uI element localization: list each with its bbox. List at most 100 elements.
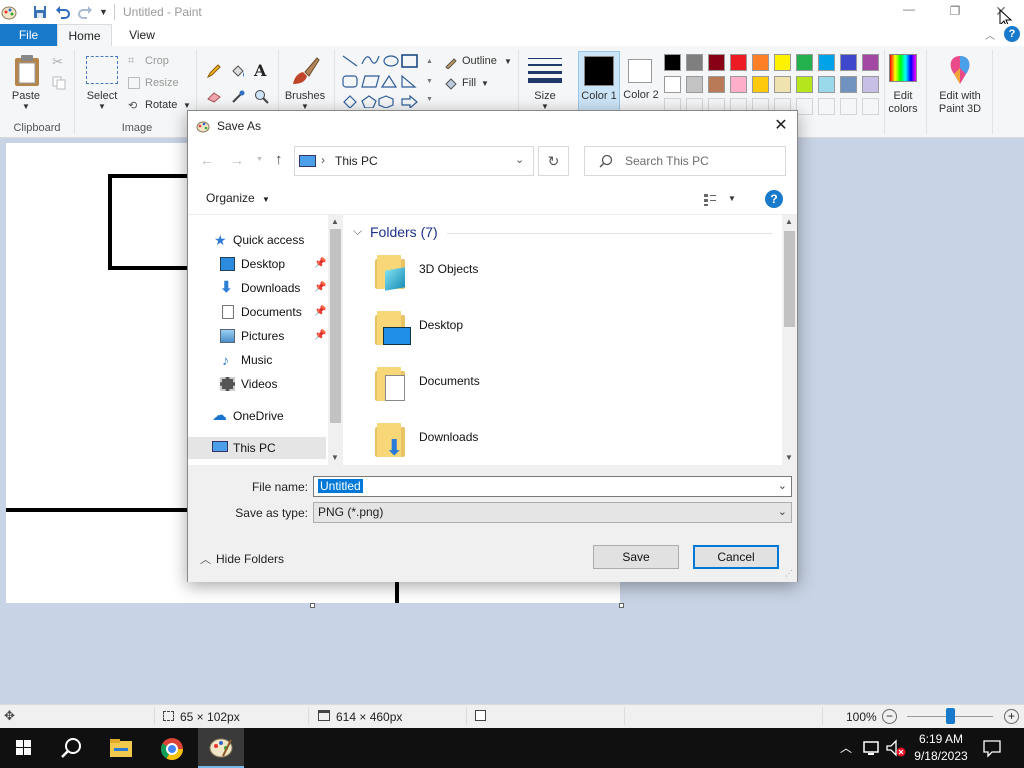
save-type-select[interactable]: PNG (*.png) ⌄ [313,502,792,523]
address-dropdown-icon[interactable]: ⌄ [515,153,524,166]
file-scrollbar[interactable]: ▲ ▼ [782,215,797,465]
folder-item-downloads[interactable]: ⬇ Downloads [343,419,773,465]
scroll-thumb[interactable] [330,229,341,423]
zoom-slider-thumb[interactable] [946,708,955,724]
start-button[interactable] [8,736,40,760]
scroll-down-icon[interactable]: ▼ [331,453,339,462]
brushes-icon[interactable] [289,54,321,88]
shapes-scroll-up-icon[interactable]: ▲ [426,58,433,65]
palette-swatch[interactable] [774,76,791,93]
palette-swatch[interactable] [796,54,813,71]
cut-icon[interactable]: ✂ [52,54,66,69]
redo-icon[interactable] [77,4,93,20]
scroll-up-icon[interactable]: ▲ [331,217,339,226]
fill-dropdown-icon[interactable]: ▼ [481,79,489,88]
size-icon[interactable] [528,56,562,84]
up-arrow-icon[interactable]: ↑ [275,151,283,168]
search-box[interactable]: Search This PC [584,146,786,176]
brushes-button[interactable]: Brushes [282,90,328,102]
edit-colors-icon[interactable] [889,54,917,82]
select-icon[interactable] [86,56,118,84]
clock-time[interactable]: 6:19 AM [910,732,972,746]
forward-arrow-icon[interactable]: → [230,152,244,168]
palette-swatch[interactable] [686,54,703,71]
minimize-button[interactable]: — [896,0,922,22]
palette-empty-slot[interactable] [818,98,835,115]
paint3d-icon[interactable] [946,54,974,86]
nav-item-downloads[interactable]: ⬇ Downloads 📌 [188,277,326,299]
tab-view[interactable]: View [114,24,170,46]
palette-swatch[interactable] [686,76,703,93]
cancel-button[interactable]: Cancel [693,545,779,569]
resize-icon[interactable] [128,77,140,89]
palette-swatch[interactable] [730,76,747,93]
text-tool-icon[interactable]: A [254,61,270,80]
rotate-icon[interactable]: ⟲ [128,99,140,112]
folder-item-documents[interactable]: Documents [343,363,773,413]
resize-grip-icon[interactable]: ⋰ [785,569,795,579]
nav-item-videos[interactable]: Videos [188,373,326,395]
pencil-icon[interactable] [206,63,222,79]
paint-app-icon[interactable] [1,4,17,20]
size-button[interactable]: Size [524,90,566,102]
zoom-out-button[interactable]: − [882,709,897,724]
canvas-resize-handle[interactable] [619,603,624,608]
palette-empty-slot[interactable] [840,98,857,115]
palette-swatch[interactable] [818,54,835,71]
address-bar[interactable]: › This PC ⌄ [294,146,534,176]
palette-swatch[interactable] [840,76,857,93]
palette-swatch[interactable] [774,54,791,71]
tab-home[interactable]: Home [57,24,112,46]
select-dropdown-icon[interactable]: ▼ [80,102,124,111]
scroll-down-icon[interactable]: ▼ [785,453,793,462]
save-button[interactable]: Save [593,545,679,569]
nav-item-desktop[interactable]: Desktop 📌 [188,253,326,275]
copy-icon[interactable] [52,76,66,90]
maximize-button[interactable]: ❐ [942,0,968,22]
fill-bucket-icon[interactable] [230,63,246,79]
edit-paint3d-button[interactable]: Edit with Paint 3D [930,90,990,116]
palette-empty-slot[interactable] [862,98,879,115]
volume-muted-icon[interactable] [885,738,907,758]
fill-icon[interactable] [444,77,458,91]
paste-button[interactable]: Paste [6,90,46,102]
chrome-icon[interactable] [159,736,185,762]
file-explorer-icon[interactable] [108,737,134,759]
nav-item-documents[interactable]: Documents 📌 [188,301,326,323]
organize-button[interactable]: Organize ▼ [206,191,270,205]
color-picker-icon[interactable] [230,89,246,105]
palette-swatch[interactable] [796,76,813,93]
recent-locations-icon[interactable]: ▼ [256,156,263,163]
eraser-icon[interactable] [206,91,222,103]
palette-swatch[interactable] [862,54,879,71]
refresh-button[interactable]: ↻ [538,146,569,176]
palette-swatch[interactable] [752,76,769,93]
notification-icon[interactable] [982,738,1002,758]
show-hidden-icons-icon[interactable]: ︿ [838,738,854,758]
palette-swatch[interactable] [862,76,879,93]
file-name-field[interactable]: Untitled ⌄ [313,476,792,497]
dialog-close-button[interactable]: ✕ [770,115,792,137]
nav-item-quick-access[interactable]: ★ Quick access [188,229,326,251]
outline-icon[interactable] [444,55,458,70]
canvas-resize-handle[interactable] [310,603,315,608]
outline-dropdown-icon[interactable]: ▼ [504,57,512,66]
palette-swatch[interactable] [730,54,747,71]
search-icon[interactable] [58,736,86,760]
palette-swatch[interactable] [708,54,725,71]
rotate-dropdown-icon[interactable]: ▼ [183,101,191,110]
palette-swatch[interactable] [708,76,725,93]
scroll-up-icon[interactable]: ▲ [785,217,793,226]
outline-button[interactable]: Outline [462,55,497,67]
palette-swatch[interactable] [664,54,681,71]
tab-file[interactable]: File [0,24,57,46]
palette-swatch[interactable] [664,76,681,93]
network-icon[interactable] [862,738,880,758]
palette-swatch[interactable] [818,76,835,93]
select-button[interactable]: Select [80,90,124,102]
crop-icon[interactable]: ⌗ [128,55,140,67]
palette-swatch[interactable] [840,54,857,71]
file-name-dropdown-icon[interactable]: ⌄ [778,477,787,496]
save-icon[interactable] [33,5,47,19]
customize-qat-icon[interactable]: ▼ [99,7,108,17]
